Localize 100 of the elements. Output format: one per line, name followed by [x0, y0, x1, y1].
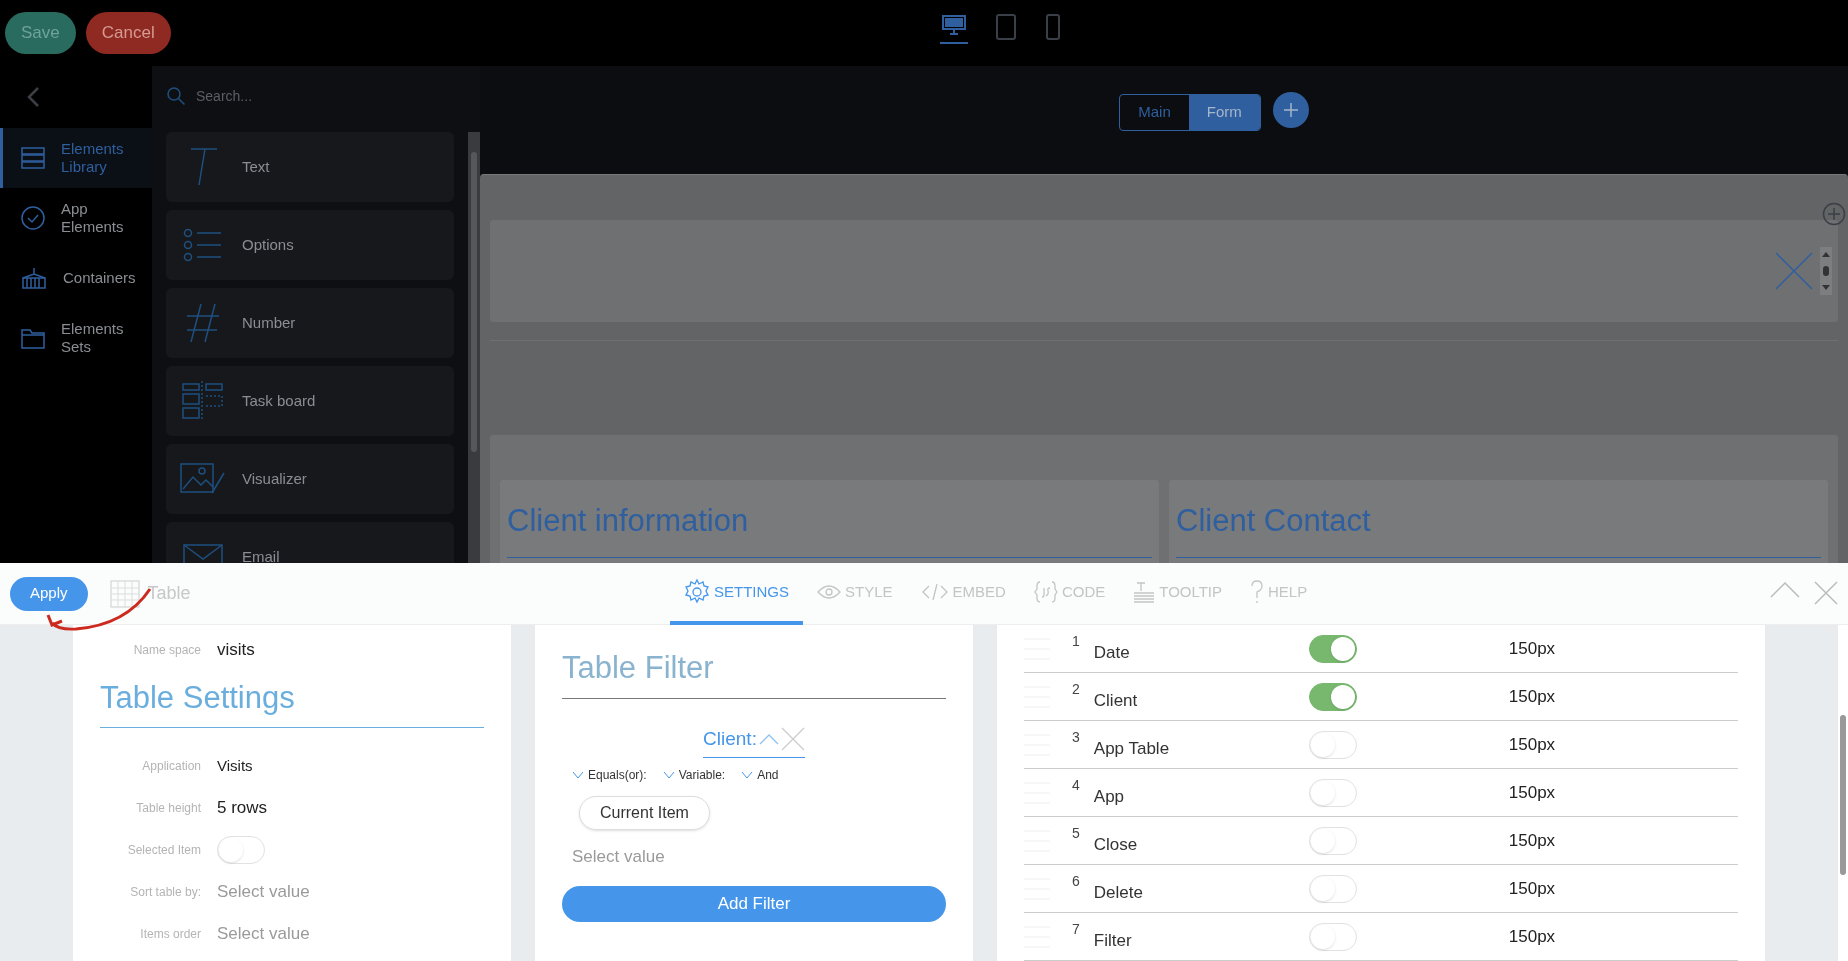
field-label: Sort table by: — [129, 884, 202, 901]
nav-item[interactable]: Elements Library — [0, 128, 152, 188]
toggle-switch[interactable] — [1308, 634, 1357, 663]
search-icon — [166, 86, 186, 106]
section-heading: Table Filter — [562, 645, 946, 699]
phone-icon — [1046, 14, 1060, 40]
row-number: 1 — [1072, 632, 1080, 651]
collapse-icon[interactable] — [1770, 581, 1800, 599]
chevron-down-icon — [572, 771, 584, 779]
apply-button[interactable]: Apply — [10, 576, 88, 611]
view-tab[interactable]: Main — [1120, 95, 1189, 130]
library-item[interactable]: Options — [166, 210, 454, 280]
field-value: Visits — [217, 755, 253, 776]
scrollbar[interactable] — [468, 132, 480, 563]
row-number: 5 — [1072, 824, 1080, 843]
table-grid-icon — [109, 579, 140, 608]
column-name: Delete — [1093, 881, 1144, 904]
add-filter-button[interactable]: Add Filter — [562, 885, 946, 922]
editor-tab[interactable]: TOOLTIP — [1119, 563, 1237, 625]
column-name: Filter — [1093, 929, 1133, 952]
column-width: 150px — [1508, 637, 1556, 660]
toggle-switch[interactable] — [1308, 682, 1357, 711]
chevron-down-icon — [662, 771, 675, 779]
chevron-down-icon — [741, 771, 754, 779]
row-number: 7 — [1072, 920, 1080, 939]
eye-icon — [817, 585, 841, 599]
code-brackets-icon — [920, 583, 949, 601]
column-name: Date — [1093, 641, 1131, 664]
select-field[interactable]: Select value — [217, 879, 310, 905]
add-circle-icon[interactable] — [1822, 202, 1846, 226]
column-width: 150px — [1508, 781, 1556, 804]
close-icon[interactable] — [1774, 251, 1814, 291]
section-title: Client Contact — [1176, 498, 1821, 558]
column-width: 150px — [1508, 829, 1556, 852]
field-label: Items order — [139, 926, 202, 943]
scrollbar[interactable] — [1838, 625, 1848, 961]
select-field[interactable]: Select value — [572, 844, 946, 870]
editor-tab[interactable]: EMBED — [906, 563, 1020, 625]
nav-item[interactable]: Containers — [0, 248, 152, 308]
picture-edit-icon — [180, 463, 226, 495]
hash-icon — [185, 302, 221, 344]
js-braces-icon — [1033, 580, 1058, 604]
column-width: 150px — [1508, 877, 1556, 900]
library-item[interactable]: Visualizer — [166, 444, 454, 514]
close-icon[interactable] — [1814, 581, 1838, 605]
column-name: Client — [1093, 689, 1139, 712]
row-number: 4 — [1072, 776, 1080, 795]
envelope-icon — [183, 544, 223, 563]
nav-item[interactable]: App Elements — [0, 188, 152, 248]
question-icon — [1250, 580, 1265, 604]
library-item[interactable]: Number — [166, 288, 454, 358]
text-lines-icon — [1133, 581, 1156, 603]
column-name: App — [1093, 785, 1126, 808]
column-name: App Table — [1093, 737, 1171, 760]
folder-icon — [21, 327, 45, 349]
editor-tab[interactable]: CODE — [1019, 563, 1120, 625]
editor-tab[interactable]: STYLE — [803, 563, 907, 625]
check-circle-icon — [21, 206, 45, 230]
field-label: Selected Item — [126, 842, 202, 859]
field-label: Table height — [135, 800, 202, 817]
library-item[interactable]: Email — [166, 522, 454, 563]
tablet-icon — [996, 14, 1016, 40]
filter-field[interactable]: Client: — [703, 724, 757, 753]
list-icon — [183, 228, 223, 262]
cancel-button[interactable]: Cancel — [85, 12, 171, 54]
field-label: Application — [141, 758, 202, 775]
filter-option[interactable]: And — [741, 766, 779, 784]
reorder-handle-icon[interactable] — [1820, 247, 1832, 295]
container-icon — [21, 266, 47, 290]
section-heading: Table Settings — [100, 674, 484, 728]
column-width: 150px — [1508, 685, 1556, 708]
editor-tab[interactable]: HELP — [1236, 563, 1322, 625]
save-button[interactable]: Save — [5, 12, 76, 54]
row-number: 2 — [1072, 680, 1080, 699]
select-field[interactable]: Select value — [217, 921, 310, 947]
back-icon[interactable] — [26, 86, 40, 108]
filter-option[interactable]: Equals(or): — [572, 766, 647, 784]
current-item-chip[interactable]: Current Item — [579, 796, 710, 830]
column-name: Close — [1093, 833, 1139, 856]
field-label: Name space — [132, 641, 202, 659]
device-tab[interactable] — [940, 14, 968, 44]
desktop-icon — [942, 14, 966, 36]
chevron-up-icon[interactable] — [758, 732, 779, 745]
nav-item[interactable]: Elements Sets — [0, 308, 152, 368]
stack-icon — [21, 147, 45, 169]
filter-option[interactable]: Variable: — [662, 766, 726, 784]
search-field[interactable]: Search... — [196, 85, 396, 107]
settings-icon — [684, 579, 710, 605]
plus-icon — [1282, 102, 1299, 118]
library-item[interactable]: Text — [166, 132, 454, 202]
section-title: Client information — [507, 498, 1152, 558]
library-item[interactable]: Task board — [166, 366, 454, 436]
column-width: 150px — [1508, 925, 1556, 948]
column-width: 150px — [1508, 733, 1556, 756]
row-number: 6 — [1072, 872, 1080, 891]
field-value: visits — [217, 639, 255, 661]
add-button[interactable] — [1272, 92, 1309, 128]
row-number: 3 — [1072, 728, 1080, 747]
board-icon — [182, 380, 224, 422]
view-tab[interactable]: Form — [1188, 95, 1260, 130]
